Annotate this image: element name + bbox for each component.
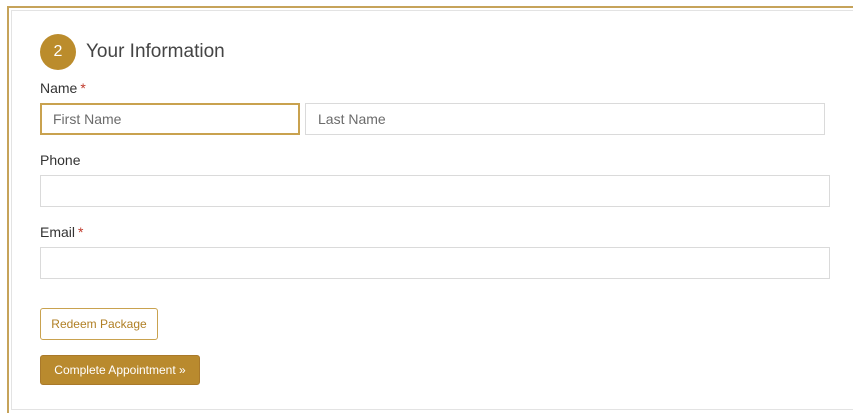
section-title: Your Information: [86, 41, 225, 62]
name-label: Name *: [40, 79, 86, 97]
email-required-mark: *: [78, 224, 84, 240]
form-panel: [11, 10, 853, 410]
first-name-input[interactable]: [40, 103, 300, 135]
name-label-text: Name: [40, 80, 78, 96]
phone-label: Phone: [40, 152, 81, 168]
phone-input[interactable]: [40, 175, 830, 207]
last-name-input[interactable]: [305, 103, 825, 135]
step-number-badge: 2: [40, 34, 76, 70]
email-input[interactable]: [40, 247, 830, 279]
complete-appointment-button[interactable]: Complete Appointment »: [40, 355, 200, 385]
email-label: Email *: [40, 223, 83, 241]
email-label-text: Email: [40, 224, 76, 240]
name-required-mark: *: [80, 80, 86, 96]
redeem-package-button[interactable]: Redeem Package: [40, 308, 158, 340]
